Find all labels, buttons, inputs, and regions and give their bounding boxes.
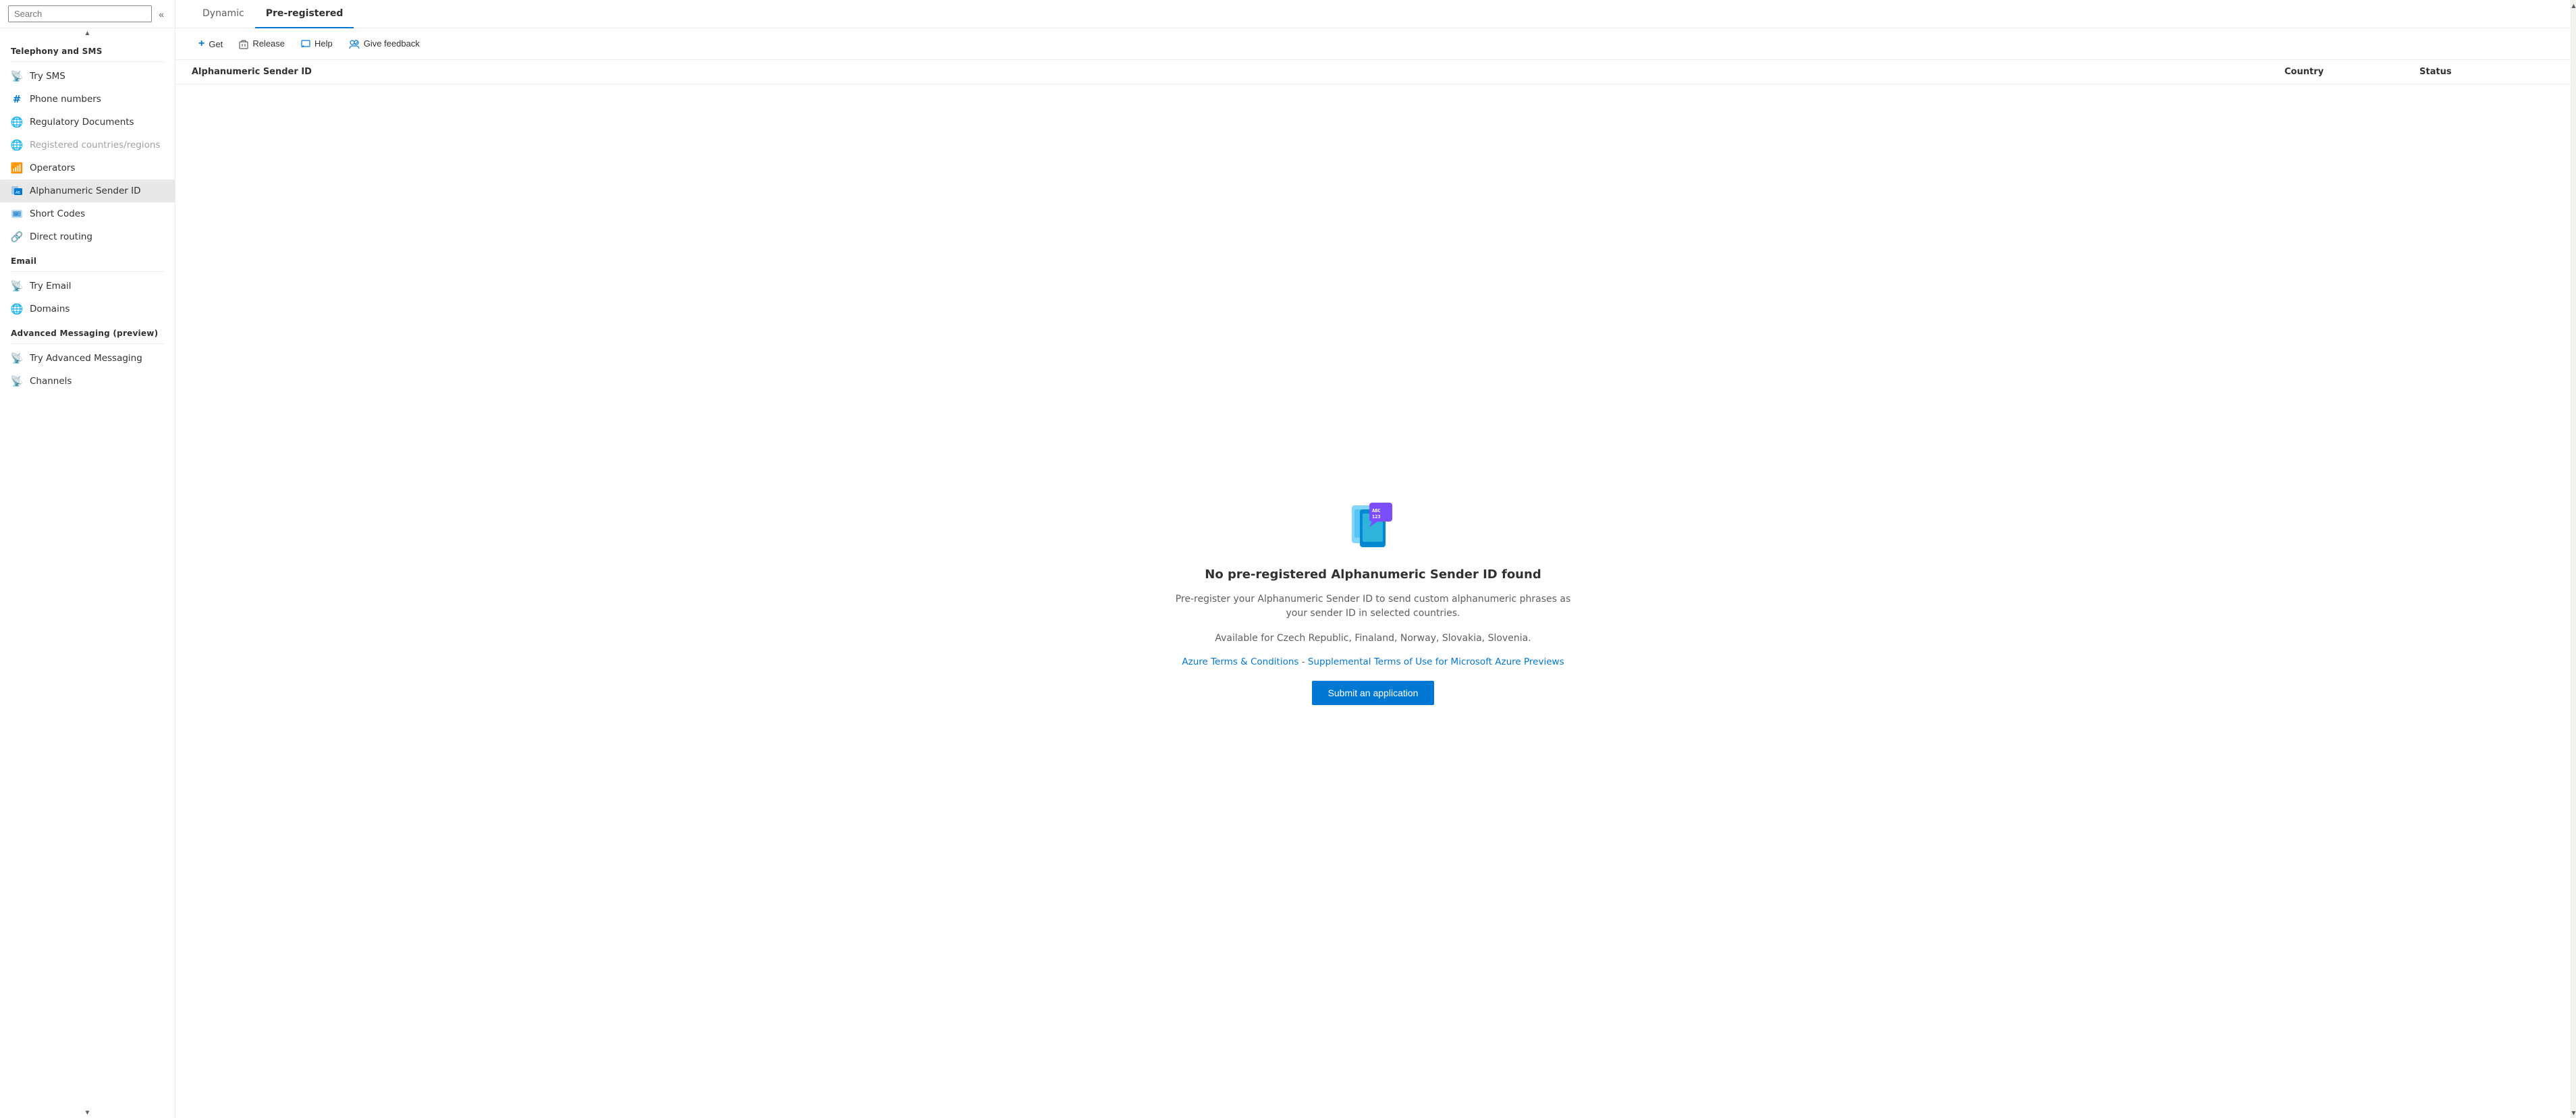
- empty-state-title: No pre-registered Alphanumeric Sender ID…: [1205, 567, 1541, 582]
- section-header-email: Email: [0, 248, 175, 269]
- azure-terms-link[interactable]: Azure Terms & Conditions: [1182, 656, 1298, 667]
- sidebar-item-label: Channels: [30, 376, 72, 387]
- scroll-up-arrow[interactable]: ▲: [2571, 0, 2576, 11]
- svg-text:123: 123: [1372, 514, 1381, 520]
- sidebar-item-label: Regulatory Documents: [30, 117, 134, 128]
- empty-state-description-line2: Available for Czech Republic, Finaland, …: [1215, 632, 1531, 646]
- sidebar-item-operators[interactable]: 📶 Operators: [0, 157, 175, 179]
- release-button[interactable]: Release: [232, 34, 292, 53]
- phone-numbers-icon: #: [11, 93, 23, 105]
- sidebar-item-label: Try SMS: [30, 71, 65, 82]
- sidebar-item-label: Short Codes: [30, 208, 85, 219]
- sidebar-item-channels[interactable]: 📡 Channels: [0, 370, 175, 393]
- main-content: Dynamic Pre-registered + Get Release: [175, 0, 2571, 1118]
- empty-state-illustration: ABC 123: [1346, 497, 1400, 551]
- sidebar-item-phone-numbers[interactable]: # Phone numbers: [0, 88, 175, 111]
- sidebar-item-label: Alphanumeric Sender ID: [30, 186, 141, 196]
- sidebar-item-try-email[interactable]: 📡 Try Email: [0, 275, 175, 298]
- get-icon: +: [198, 38, 204, 50]
- svg-text:12: 12: [14, 213, 18, 217]
- give-feedback-icon: [349, 38, 360, 49]
- help-button[interactable]: Help: [294, 34, 339, 53]
- try-sms-icon: 📡: [11, 70, 23, 82]
- sidebar-nav: Telephony and SMS 📡 Try SMS # Phone numb…: [0, 38, 175, 1108]
- release-icon: [239, 38, 248, 49]
- col-header-status: Status: [2419, 67, 2554, 77]
- sidebar-item-domains[interactable]: 🌐 Domains: [0, 298, 175, 320]
- empty-state-description-line1: Pre-register your Alphanumeric Sender ID…: [1171, 592, 1576, 621]
- toolbar: + Get Release Help: [175, 28, 2571, 60]
- short-codes-icon: 12: [11, 208, 23, 220]
- links-separator: -: [1302, 656, 1308, 667]
- tab-pre-registered[interactable]: Pre-registered: [255, 0, 354, 28]
- right-scrollbar: ▲ ▼: [2571, 0, 2576, 1118]
- try-email-icon: 📡: [11, 280, 23, 292]
- sidebar-item-label: Domains: [30, 304, 70, 314]
- regulatory-docs-icon: 🌐: [11, 116, 23, 128]
- sidebar-item-label: Registered countries/regions: [30, 140, 160, 150]
- sidebar-scroll-up-button[interactable]: ▲: [0, 28, 175, 38]
- sidebar-item-try-advanced-messaging[interactable]: 📡 Try Advanced Messaging: [0, 347, 175, 370]
- operators-icon: 📶: [11, 162, 23, 174]
- sidebar-item-try-sms[interactable]: 📡 Try SMS: [0, 65, 175, 88]
- sidebar-item-label: Direct routing: [30, 231, 92, 242]
- sidebar-item-short-codes[interactable]: 12 Short Codes: [0, 202, 175, 225]
- section-divider-telephony: [11, 61, 164, 62]
- section-divider-email: [11, 271, 164, 272]
- col-header-alphanumeric-sender-id: Alphanumeric Sender ID: [192, 67, 2284, 77]
- direct-routing-icon: 🔗: [11, 231, 23, 243]
- table-header: Alphanumeric Sender ID Country Status: [175, 60, 2571, 84]
- try-advanced-messaging-icon: 📡: [11, 352, 23, 364]
- get-button[interactable]: + Get: [192, 34, 229, 54]
- svg-text:AB: AB: [16, 191, 20, 195]
- help-icon: [301, 38, 310, 49]
- supplemental-terms-link[interactable]: Supplemental Terms of Use for Microsoft …: [1308, 656, 1564, 667]
- give-feedback-button[interactable]: Give feedback: [342, 34, 427, 53]
- svg-text:ABC: ABC: [1372, 508, 1381, 513]
- scroll-down-arrow[interactable]: ▼: [2571, 1107, 2576, 1118]
- sidebar-item-regulatory-documents[interactable]: 🌐 Regulatory Documents: [0, 111, 175, 134]
- tab-dynamic[interactable]: Dynamic: [192, 0, 255, 28]
- registered-countries-icon: 🌐: [11, 139, 23, 151]
- channels-icon: 📡: [11, 375, 23, 387]
- tabs-bar: Dynamic Pre-registered: [175, 0, 2571, 28]
- domains-icon: 🌐: [11, 303, 23, 315]
- sidebar-item-direct-routing[interactable]: 🔗 Direct routing: [0, 225, 175, 248]
- sidebar: « ▲ Telephony and SMS 📡 Try SMS # Phone …: [0, 0, 175, 1118]
- sidebar-item-label: Try Advanced Messaging: [30, 353, 142, 364]
- submit-application-button[interactable]: Submit an application: [1312, 681, 1435, 705]
- sidebar-item-label: Operators: [30, 163, 75, 173]
- section-header-advanced-messaging: Advanced Messaging (preview): [0, 320, 175, 341]
- search-input[interactable]: [8, 5, 152, 22]
- sidebar-scroll-down-button[interactable]: ▼: [0, 1108, 175, 1118]
- collapse-sidebar-button[interactable]: «: [156, 6, 167, 22]
- sidebar-search-bar: «: [0, 0, 175, 28]
- section-header-telephony: Telephony and SMS: [0, 38, 175, 59]
- empty-state-links: Azure Terms & Conditions - Supplemental …: [1182, 656, 1564, 667]
- alphanumeric-sender-id-icon: AB: [11, 185, 23, 197]
- sidebar-item-label: Try Email: [30, 281, 72, 291]
- empty-state: ABC 123 No pre-registered Alphanumeric S…: [175, 84, 2571, 1118]
- col-header-country: Country: [2284, 67, 2419, 77]
- section-divider-advanced-messaging: [11, 343, 164, 344]
- sidebar-item-alphanumeric-sender-id[interactable]: AB Alphanumeric Sender ID: [0, 179, 175, 202]
- sidebar-item-label: Phone numbers: [30, 94, 101, 105]
- sidebar-item-registered-countries: 🌐 Registered countries/regions: [0, 134, 175, 157]
